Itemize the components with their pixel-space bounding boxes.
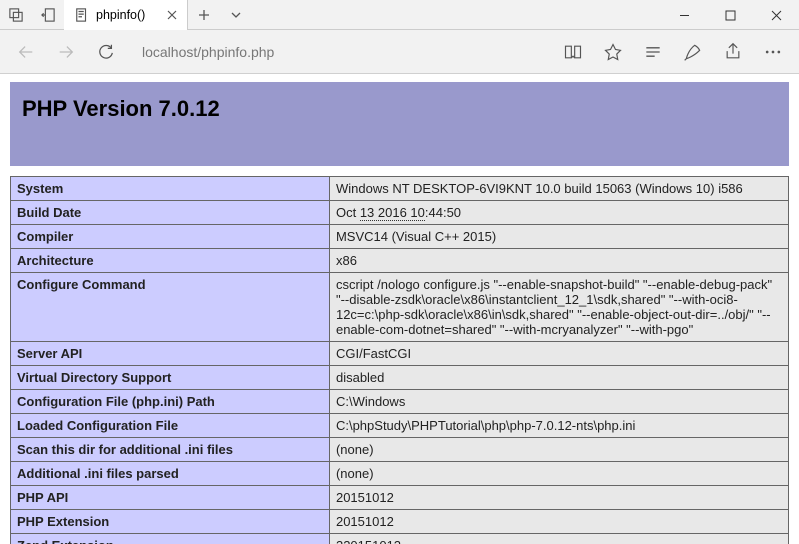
close-tab-button[interactable] (167, 10, 177, 20)
info-value: 20151012 (329, 486, 788, 510)
browser-tab-title: phpinfo() (96, 8, 145, 22)
table-row: Configuration File (php.ini) PathC:\Wind… (11, 390, 789, 414)
info-value: CGI/FastCGI (329, 342, 788, 366)
back-button[interactable] (6, 32, 46, 72)
titlebar-left-group (0, 0, 64, 29)
info-key: Zend Extension (11, 534, 330, 544)
hub-button[interactable] (633, 32, 673, 72)
info-value: 20151012 (329, 510, 788, 534)
table-row: PHP Extension20151012 (11, 510, 789, 534)
window-minimize-button[interactable] (661, 0, 707, 30)
tab-preview-button[interactable] (0, 0, 32, 30)
phpinfo-table: SystemWindows NT DESKTOP-6VI9KNT 10.0 bu… (10, 176, 789, 544)
info-key: System (11, 177, 330, 201)
info-value: 320151012 (329, 534, 788, 544)
info-value: C:\Windows (329, 390, 788, 414)
info-value: Windows NT DESKTOP-6VI9KNT 10.0 build 15… (329, 177, 788, 201)
info-key: Compiler (11, 225, 330, 249)
table-row: Additional .ini files parsed(none) (11, 462, 789, 486)
share-button[interactable] (713, 32, 753, 72)
table-row: SystemWindows NT DESKTOP-6VI9KNT 10.0 bu… (11, 177, 789, 201)
info-value: x86 (329, 249, 788, 273)
info-key: Scan this dir for additional .ini files (11, 438, 330, 462)
info-value: MSVC14 (Visual C++ 2015) (329, 225, 788, 249)
phpinfo-banner: PHP Version 7.0.12 (10, 82, 789, 166)
info-key: PHP API (11, 486, 330, 510)
page-title: PHP Version 7.0.12 (22, 96, 777, 122)
info-value: C:\phpStudy\PHPTutorial\php\php-7.0.12-n… (329, 414, 788, 438)
info-key: Configure Command (11, 273, 330, 342)
address-bar[interactable]: localhost/phpinfo.php (142, 44, 545, 60)
info-key: Virtual Directory Support (11, 366, 330, 390)
table-row: Zend Extension320151012 (11, 534, 789, 544)
info-key: Configuration File (php.ini) Path (11, 390, 330, 414)
table-row: Server APICGI/FastCGI (11, 342, 789, 366)
info-value: cscript /nologo configure.js "--enable-s… (329, 273, 788, 342)
window-titlebar: phpinfo() (0, 0, 799, 30)
info-key: Architecture (11, 249, 330, 273)
refresh-button[interactable] (86, 32, 126, 72)
table-row: Build DateOct 13 2016 10:44:50 (11, 201, 789, 225)
info-value: disabled (329, 366, 788, 390)
browser-tab-active[interactable]: phpinfo() (64, 0, 188, 30)
info-key: Server API (11, 342, 330, 366)
browser-toolbar: localhost/phpinfo.php (0, 30, 799, 74)
table-row: Virtual Directory Supportdisabled (11, 366, 789, 390)
table-row: PHP API20151012 (11, 486, 789, 510)
info-value: (none) (329, 462, 788, 486)
more-button[interactable] (753, 32, 793, 72)
table-row: Configure Commandcscript /nologo configu… (11, 273, 789, 342)
table-row: Architecturex86 (11, 249, 789, 273)
forward-button[interactable] (46, 32, 86, 72)
page-favicon (74, 7, 90, 23)
info-value: Oct 13 2016 10:44:50 (329, 201, 788, 225)
address-bar-text: localhost/phpinfo.php (142, 44, 274, 60)
tab-actions-button[interactable] (220, 0, 252, 29)
info-key: Additional .ini files parsed (11, 462, 330, 486)
window-maximize-button[interactable] (707, 0, 753, 30)
info-value: (none) (329, 438, 788, 462)
window-close-button[interactable] (753, 0, 799, 30)
reading-view-button[interactable] (553, 32, 593, 72)
favorites-button[interactable] (593, 32, 633, 72)
notes-button[interactable] (673, 32, 713, 72)
info-key: Build Date (11, 201, 330, 225)
phpinfo-page: PHP Version 7.0.12 SystemWindows NT DESK… (10, 82, 789, 544)
table-row: Scan this dir for additional .ini files(… (11, 438, 789, 462)
info-key: Loaded Configuration File (11, 414, 330, 438)
page-viewport: PHP Version 7.0.12 SystemWindows NT DESK… (0, 74, 799, 544)
new-tab-button[interactable] (188, 0, 220, 29)
info-key: PHP Extension (11, 510, 330, 534)
set-aside-tabs-button[interactable] (32, 0, 64, 30)
table-row: Loaded Configuration FileC:\phpStudy\PHP… (11, 414, 789, 438)
table-row: CompilerMSVC14 (Visual C++ 2015) (11, 225, 789, 249)
